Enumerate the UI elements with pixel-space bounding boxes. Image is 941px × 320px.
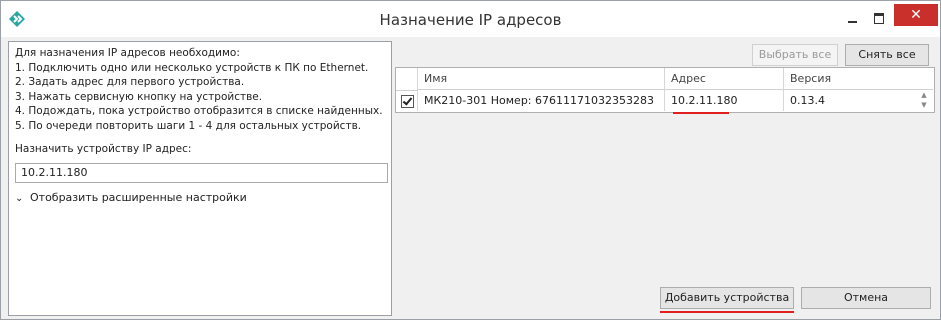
instruction-line: 5. По очереди повторить шаги 1 - 4 для о… [15, 119, 362, 132]
column-divider [783, 68, 784, 111]
ip-assignment-window: Назначение IP адресов ✕ Для назначения I… [0, 0, 941, 320]
instruction-line: 2. Задать адрес для первого устройства. [15, 76, 245, 89]
advanced-settings-label: Отобразить расширенные настройки [30, 191, 247, 204]
cancel-button[interactable]: Отмена [801, 287, 931, 309]
column-divider [417, 68, 418, 111]
advanced-settings-toggle[interactable]: ⌄ Отобразить расширенные настройки [15, 191, 247, 204]
instruction-line: 3. Нажать сервисную кнопку на устройстве… [15, 90, 263, 103]
device-address-cell: 10.2.11.180 [671, 94, 738, 107]
device-table: Имя Адрес Версия МК210-301 Номер: 676111… [395, 67, 935, 113]
title-bar: Назначение IP адресов ✕ [1, 1, 940, 37]
address-highlight-underline [673, 112, 729, 114]
chevron-down-icon: ⌄ [15, 193, 24, 204]
settings-panel: Для назначения IP адресов необходимо: 1.… [8, 41, 392, 316]
ip-address-label: Назначить устройству IP адрес: [15, 143, 192, 155]
ip-address-input[interactable]: 10.2.11.180 [15, 163, 388, 183]
instruction-line: Для назначения IP адресов необходимо: [15, 47, 240, 59]
device-row-checkbox[interactable] [401, 95, 414, 108]
add-devices-button[interactable]: Добавить устройства [660, 287, 794, 309]
checkbox-column-header [396, 68, 417, 91]
column-header-version[interactable]: Версия [784, 68, 933, 90]
device-version-cell: 0.13.4 [790, 94, 825, 107]
instruction-line: 4. Подождать, пока устройство отобразитс… [15, 105, 383, 118]
clear-all-button[interactable]: Снять все [845, 44, 929, 66]
device-name-cell: МК210-301 Номер: 67611171032353283 [424, 94, 654, 107]
scroll-up-icon[interactable]: ▲ [917, 91, 931, 100]
column-divider [664, 68, 665, 111]
close-button[interactable]: ✕ [894, 4, 938, 26]
scroll-down-icon[interactable]: ▼ [917, 101, 931, 110]
minimize-button[interactable] [839, 7, 865, 29]
instructions-text: Для назначения IP адресов необходимо: 1.… [15, 46, 387, 134]
select-all-button[interactable]: Выбрать все [752, 44, 838, 66]
column-header-name[interactable]: Имя [418, 68, 664, 90]
maximize-button[interactable] [866, 7, 892, 29]
instruction-line: 1. Подключить одно или несколько устройс… [15, 61, 369, 74]
window-title: Назначение IP адресов [379, 11, 562, 29]
column-header-address[interactable]: Адрес [665, 68, 783, 90]
add-button-highlight-underline [660, 311, 794, 313]
